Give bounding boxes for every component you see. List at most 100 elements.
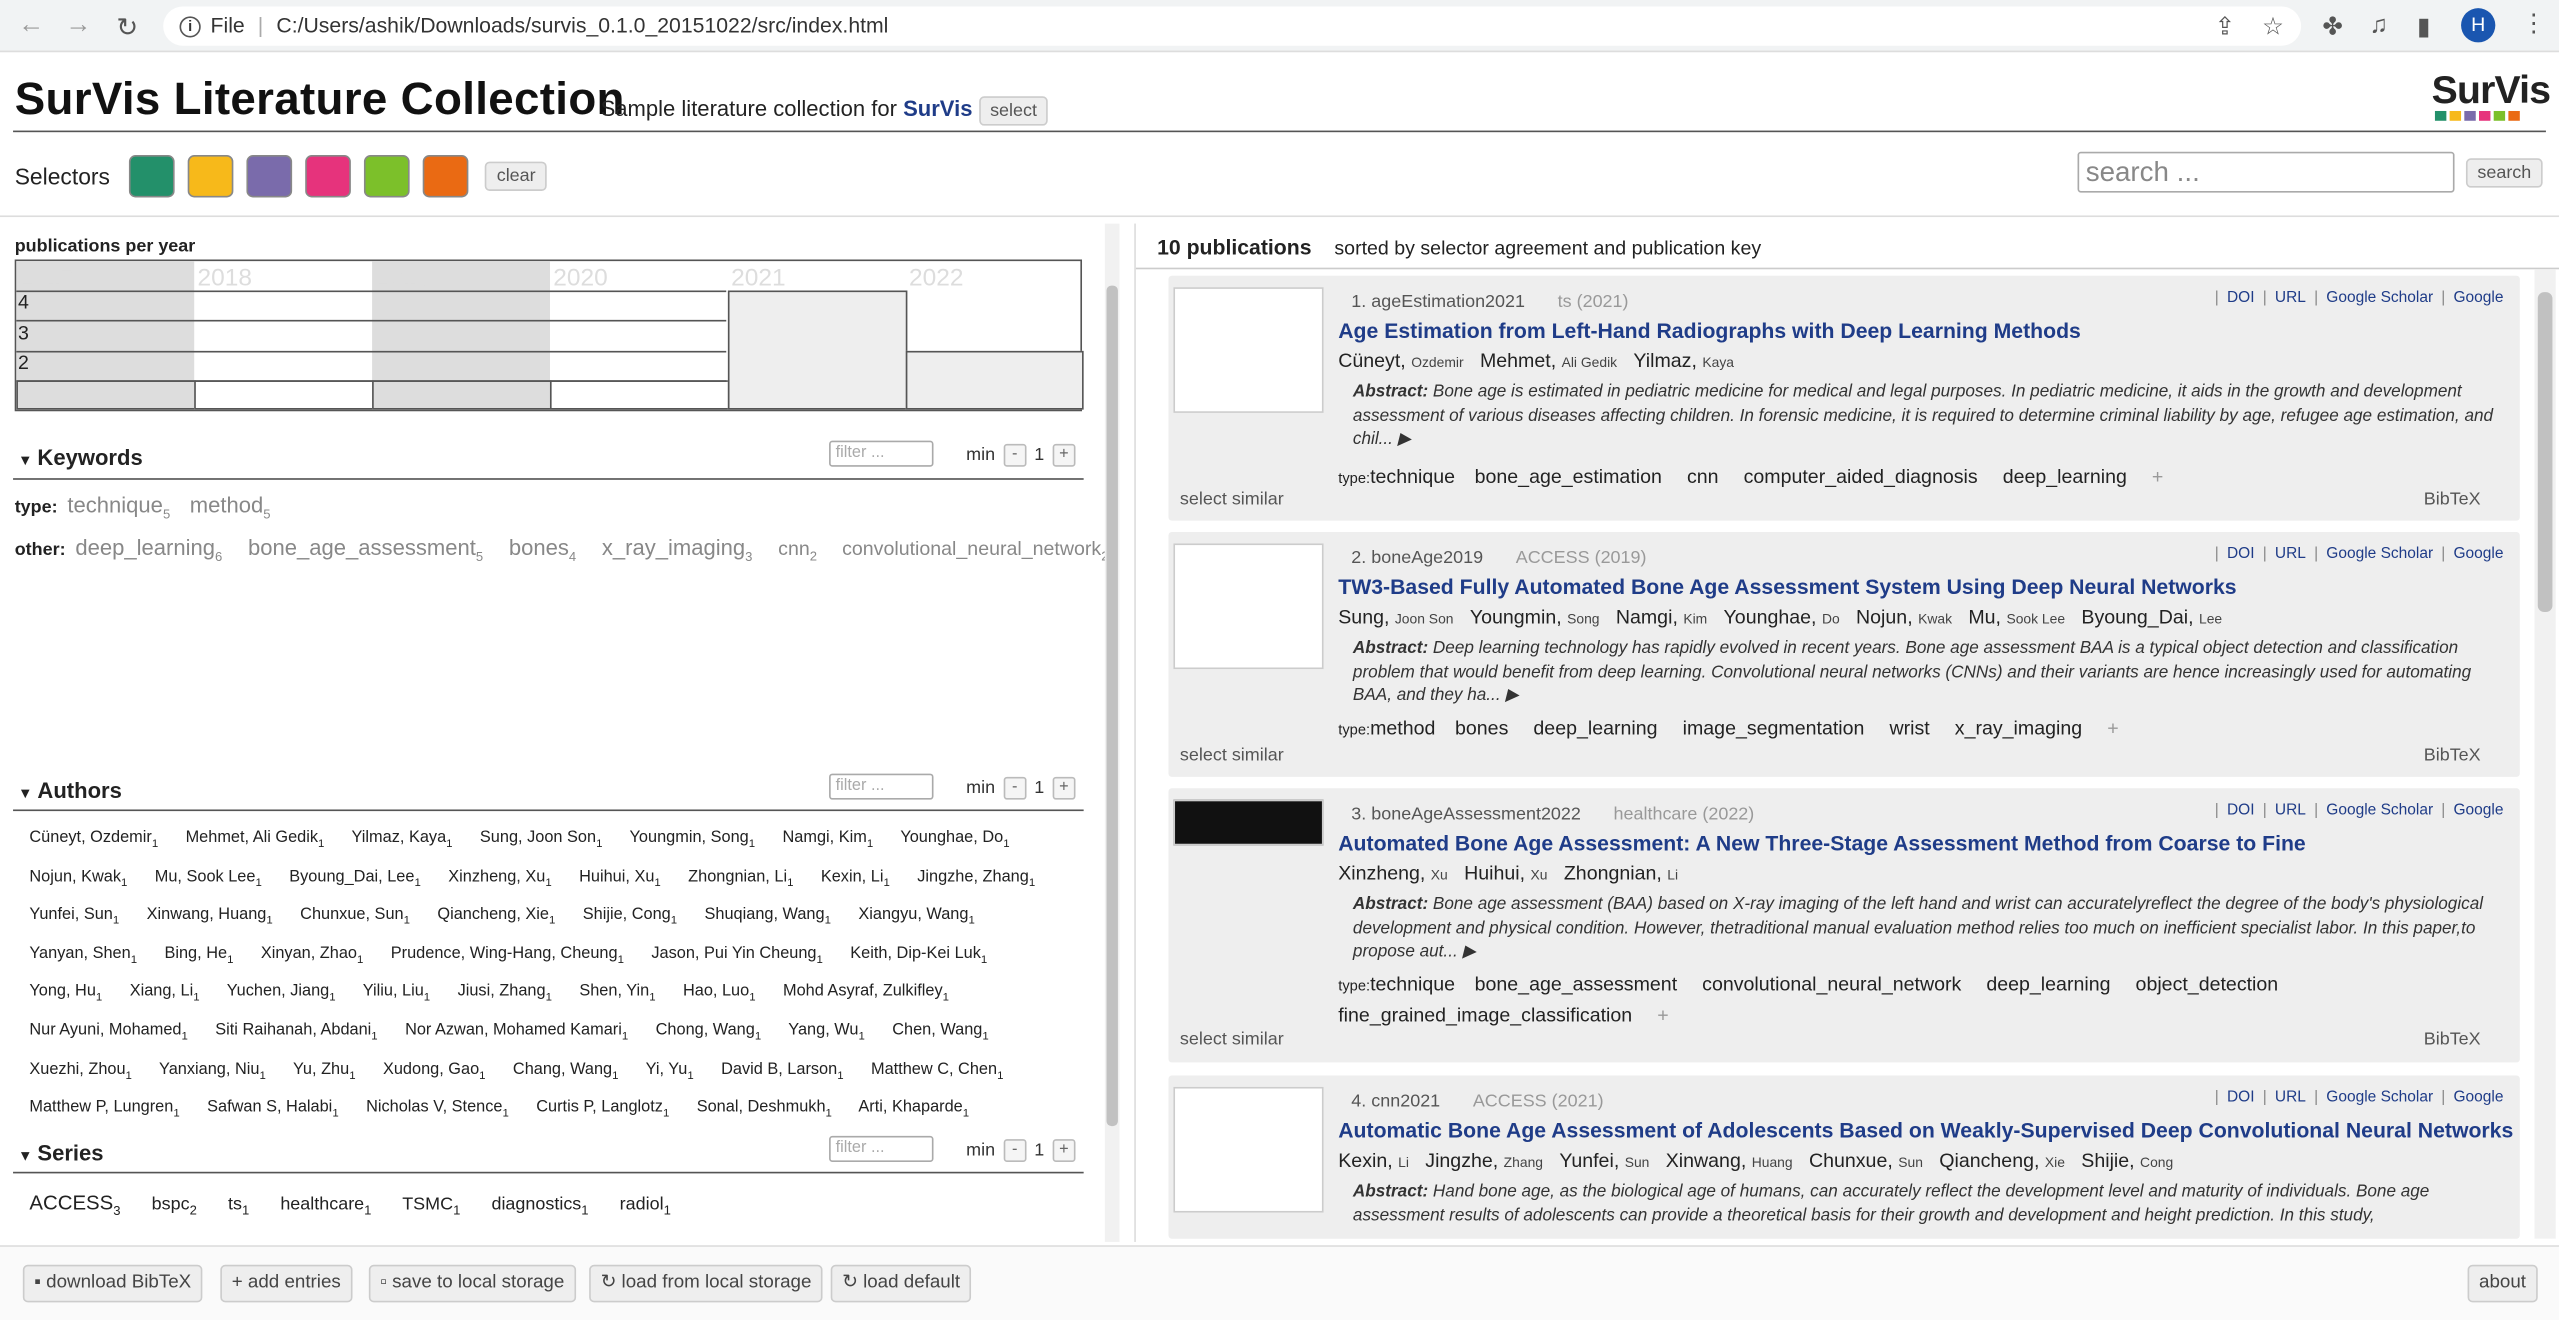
- keyword-tag[interactable]: bones4: [509, 535, 582, 564]
- author-tag[interactable]: Chong, Wang1: [656, 1022, 762, 1043]
- add-keyword-button[interactable]: +: [2107, 716, 2118, 739]
- min-decrease-button[interactable]: -: [1003, 443, 1027, 467]
- publication-keyword-tag[interactable]: cnn: [1687, 465, 1719, 488]
- author-tag[interactable]: Yanxiang, Niu1: [159, 1060, 266, 1081]
- publication-author[interactable]: Sung, Joon Son: [1338, 605, 1470, 628]
- profile-avatar[interactable]: H: [2461, 8, 2496, 43]
- author-tag[interactable]: Xuezhi, Zhou1: [29, 1060, 132, 1081]
- author-tag[interactable]: Mu, Sook Lee1: [155, 868, 262, 889]
- collapse-triangle-icon[interactable]: ▼: [18, 452, 33, 468]
- publication-author[interactable]: Chunxue, Sun: [1809, 1149, 1939, 1172]
- min-increase-button[interactable]: +: [1052, 776, 1076, 800]
- author-tag[interactable]: Shijie, Cong1: [583, 906, 677, 927]
- forward-icon[interactable]: →: [62, 11, 95, 40]
- add-entries-button[interactable]: + add entries: [220, 1264, 353, 1303]
- author-tag[interactable]: Xinyan, Zhao1: [261, 945, 364, 966]
- author-tag[interactable]: Matthew P, Lungren1: [29, 1099, 179, 1120]
- author-tag[interactable]: Byoung_Dai, Lee1: [289, 868, 421, 889]
- publication-author[interactable]: Shijie, Cong: [2081, 1149, 2189, 1172]
- author-tag[interactable]: Sonal, Deshmukh1: [697, 1099, 832, 1120]
- keyword-tag[interactable]: convolutional_neural_network2: [842, 536, 1114, 563]
- author-tag[interactable]: Mehmet, Ali Gedik1: [186, 829, 325, 850]
- menu-kebab-icon[interactable]: ⋮: [2521, 8, 2545, 38]
- keyword-tag[interactable]: technique5: [67, 493, 170, 522]
- selector-color-box[interactable]: [423, 155, 469, 198]
- publication-type[interactable]: type:method: [1338, 716, 1435, 739]
- publication-author[interactable]: Mehmet, Ali Gedik: [1480, 349, 1633, 372]
- author-tag[interactable]: Jingzhe, Zhang1: [917, 868, 1035, 889]
- series-tag[interactable]: bspc2: [152, 1195, 197, 1218]
- bibtex-link[interactable]: BibTeX: [2424, 490, 2481, 510]
- back-icon[interactable]: ←: [15, 11, 48, 40]
- publication-author[interactable]: Younghae, Do: [1724, 605, 1856, 628]
- publication-keyword-tag[interactable]: bone_age_assessment: [1475, 973, 1678, 996]
- link-doi[interactable]: DOI: [2227, 801, 2255, 819]
- publication-keyword-tag[interactable]: convolutional_neural_network: [1702, 973, 1961, 996]
- publication-abstract[interactable]: Abstract: Hand bone age, as the biologic…: [1353, 1180, 2495, 1228]
- publication-author[interactable]: Youngmin, Song: [1470, 605, 1616, 628]
- author-tag[interactable]: Xinwang, Huang1: [147, 906, 273, 927]
- author-tag[interactable]: Sung, Joon Son1: [480, 829, 603, 850]
- media-icon[interactable]: ♫: [2370, 11, 2388, 39]
- histogram-bar[interactable]: [194, 380, 374, 410]
- author-tag[interactable]: Arti, Khaparde1: [858, 1099, 969, 1120]
- author-tag[interactable]: Yilmaz, Kaya1: [352, 829, 453, 850]
- publication-type[interactable]: type:technique: [1338, 465, 1455, 488]
- bibtex-link[interactable]: BibTeX: [2424, 1030, 2481, 1050]
- link-google[interactable]: Google: [2453, 801, 2503, 819]
- publication-author[interactable]: Kexin, Li: [1338, 1149, 1425, 1172]
- publication-abstract[interactable]: Abstract: Bone age is estimated in pedia…: [1353, 380, 2495, 451]
- publication-keyword-tag[interactable]: wrist: [1889, 716, 1929, 739]
- publication-keyword-tag[interactable]: image_segmentation: [1683, 716, 1865, 739]
- extensions-icon[interactable]: ✤: [2322, 11, 2343, 41]
- publication-title[interactable]: Automated Bone Age Assessment: A New Thr…: [1338, 831, 2305, 855]
- search-button[interactable]: search: [2465, 158, 2543, 188]
- publication-thumbnail[interactable]: [1173, 287, 1324, 413]
- publication-title[interactable]: Age Estimation from Left-Hand Radiograph…: [1338, 318, 2081, 342]
- link-google[interactable]: Google: [2453, 289, 2503, 307]
- address-bar[interactable]: i File | C:/Users/ashik/Downloads/survis_0.…: [163, 6, 2302, 46]
- select-similar-link[interactable]: select similar: [1180, 490, 1284, 510]
- series-tag[interactable]: TSMC1: [402, 1195, 460, 1218]
- author-tag[interactable]: Shuqiang, Wang1: [705, 906, 831, 927]
- publication-abstract[interactable]: Abstract: Deep learning technology has r…: [1353, 636, 2495, 707]
- author-tag[interactable]: Kexin, Li1: [821, 868, 890, 889]
- author-tag[interactable]: Yanyan, Shen1: [29, 945, 137, 966]
- link-google[interactable]: Google: [2453, 545, 2503, 563]
- selector-color-box[interactable]: [364, 155, 411, 198]
- author-tag[interactable]: Nur Ayuni, Mohamed1: [29, 1022, 187, 1043]
- min-increase-button[interactable]: +: [1052, 443, 1076, 467]
- publication-title[interactable]: TW3-Based Fully Automated Bone Age Asses…: [1338, 574, 2236, 598]
- collapse-triangle-icon[interactable]: ▼: [18, 1147, 33, 1163]
- author-tag[interactable]: Siti Raihanah, Abdani1: [215, 1022, 377, 1043]
- series-tag[interactable]: healthcare1: [280, 1195, 371, 1218]
- author-tag[interactable]: Chang, Wang1: [513, 1060, 619, 1081]
- selector-color-box[interactable]: [305, 155, 352, 198]
- survis-brand-link[interactable]: SurVis: [903, 96, 972, 120]
- publication-keyword-tag[interactable]: object_detection: [2136, 973, 2279, 996]
- publication-thumbnail[interactable]: [1173, 543, 1324, 670]
- author-tag[interactable]: Nicholas V, Stence1: [366, 1099, 509, 1120]
- add-keyword-button[interactable]: +: [2152, 465, 2163, 488]
- author-tag[interactable]: Jiusi, Zhang1: [458, 983, 552, 1004]
- author-tag[interactable]: Curtis P, Langlotz1: [536, 1099, 669, 1120]
- selector-color-box[interactable]: [247, 155, 293, 198]
- author-tag[interactable]: Xinzheng, Xu1: [448, 868, 551, 889]
- link-url[interactable]: URL: [2275, 801, 2306, 819]
- author-tag[interactable]: Yi, Yu1: [646, 1060, 694, 1081]
- publication-keyword-tag[interactable]: bone_age_estimation: [1475, 465, 1662, 488]
- publication-author[interactable]: Xinwang, Huang: [1666, 1149, 1809, 1172]
- keyword-tag[interactable]: cnn2: [778, 536, 822, 563]
- publication-type[interactable]: type:technique: [1338, 973, 1455, 996]
- link-google-scholar[interactable]: Google Scholar: [2326, 801, 2433, 819]
- publication-keyword-tag[interactable]: x_ray_imaging: [1955, 716, 2082, 739]
- publication-author[interactable]: Qiancheng, Xie: [1939, 1149, 2081, 1172]
- download-bibtex-button[interactable]: ▪ download BibTeX: [22, 1264, 203, 1303]
- link-url[interactable]: URL: [2275, 289, 2306, 307]
- bookmark-star-icon[interactable]: ☆: [2262, 11, 2284, 41]
- author-tag[interactable]: Yang, Wu1: [788, 1022, 865, 1043]
- author-tag[interactable]: Safwan S, Halabi1: [207, 1099, 339, 1120]
- left-scrollbar[interactable]: [1104, 223, 1120, 1242]
- series-tag[interactable]: radiol1: [620, 1195, 671, 1218]
- publication-author[interactable]: Mu, Sook Lee: [1968, 605, 2081, 628]
